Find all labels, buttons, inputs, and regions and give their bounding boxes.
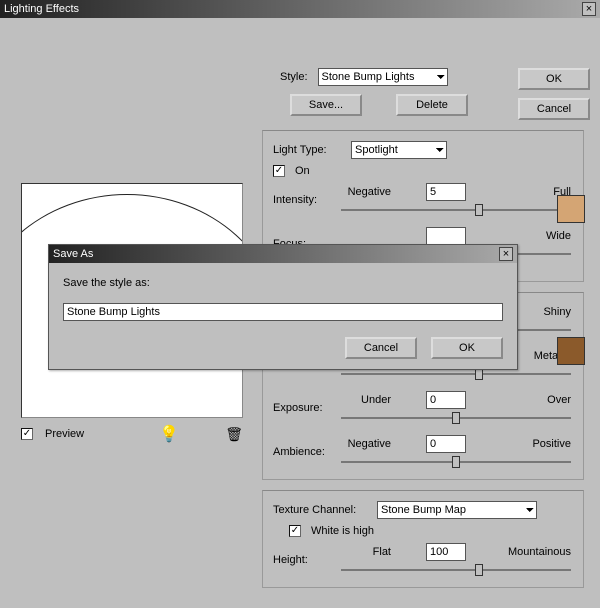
height-value[interactable] — [426, 543, 466, 561]
exposure-right: Over — [501, 394, 571, 406]
window-titlebar: Lighting Effects × — [0, 0, 600, 18]
height-label: Height: — [273, 554, 335, 566]
height-right: Mountainous — [501, 546, 571, 558]
light-type-select[interactable]: Spotlight — [351, 141, 447, 159]
intensity-label: Intensity: — [273, 194, 335, 206]
lightbulb-icon[interactable]: 💡 — [159, 424, 179, 444]
close-icon[interactable]: × — [582, 2, 596, 16]
ambience-value[interactable] — [426, 435, 466, 453]
save-button[interactable]: Save... — [290, 94, 362, 116]
intensity-value[interactable] — [426, 183, 466, 201]
light-on-label: On — [295, 165, 310, 177]
light-type-label: Light Type: — [273, 144, 345, 156]
ok-button[interactable]: OK — [518, 68, 590, 90]
ambience-slider[interactable] — [341, 453, 571, 469]
texture-label: Texture Channel: — [273, 504, 371, 516]
texture-group: Texture Channel: Stone Bump Map White is… — [262, 490, 584, 588]
style-label: Style: — [280, 71, 308, 83]
ambience-label: Ambience: — [273, 446, 335, 458]
save-as-input[interactable] — [63, 303, 503, 321]
save-as-titlebar: Save As × — [49, 245, 517, 263]
save-as-prompt: Save the style as: — [63, 277, 503, 289]
save-as-ok-button[interactable]: OK — [431, 337, 503, 359]
focus-right: Wide — [501, 230, 571, 242]
save-as-dialog: Save As × Save the style as: Cancel OK — [48, 244, 518, 370]
focus-value[interactable] — [426, 227, 466, 245]
white-high-label: White is high — [311, 525, 374, 537]
material-color-swatch[interactable] — [557, 337, 585, 365]
preview-label: Preview — [45, 428, 84, 440]
height-left: Flat — [341, 546, 391, 558]
exposure-left: Under — [341, 394, 391, 406]
ambience-left: Negative — [341, 438, 391, 450]
save-as-cancel-button[interactable]: Cancel — [345, 337, 417, 359]
exposure-value[interactable] — [426, 391, 466, 409]
ambience-right: Positive — [501, 438, 571, 450]
preview-checkbox[interactable] — [21, 428, 33, 440]
light-on-checkbox[interactable] — [273, 165, 285, 177]
height-slider[interactable] — [341, 561, 571, 577]
intensity-slider[interactable] — [341, 201, 571, 217]
white-high-checkbox[interactable] — [289, 525, 301, 537]
cancel-button[interactable]: Cancel — [518, 98, 590, 120]
trash-icon[interactable]: 🗑 — [225, 426, 243, 443]
save-as-close-icon[interactable]: × — [499, 247, 513, 261]
delete-button[interactable]: Delete — [396, 94, 468, 116]
exposure-slider[interactable] — [341, 409, 571, 425]
exposure-label: Exposure: — [273, 402, 335, 414]
intensity-left: Negative — [341, 186, 391, 198]
texture-select[interactable]: Stone Bump Map — [377, 501, 537, 519]
style-select[interactable]: Stone Bump Lights — [318, 68, 448, 86]
light-color-swatch[interactable] — [557, 195, 585, 223]
window-title: Lighting Effects — [4, 3, 79, 15]
save-as-title: Save As — [53, 248, 93, 260]
